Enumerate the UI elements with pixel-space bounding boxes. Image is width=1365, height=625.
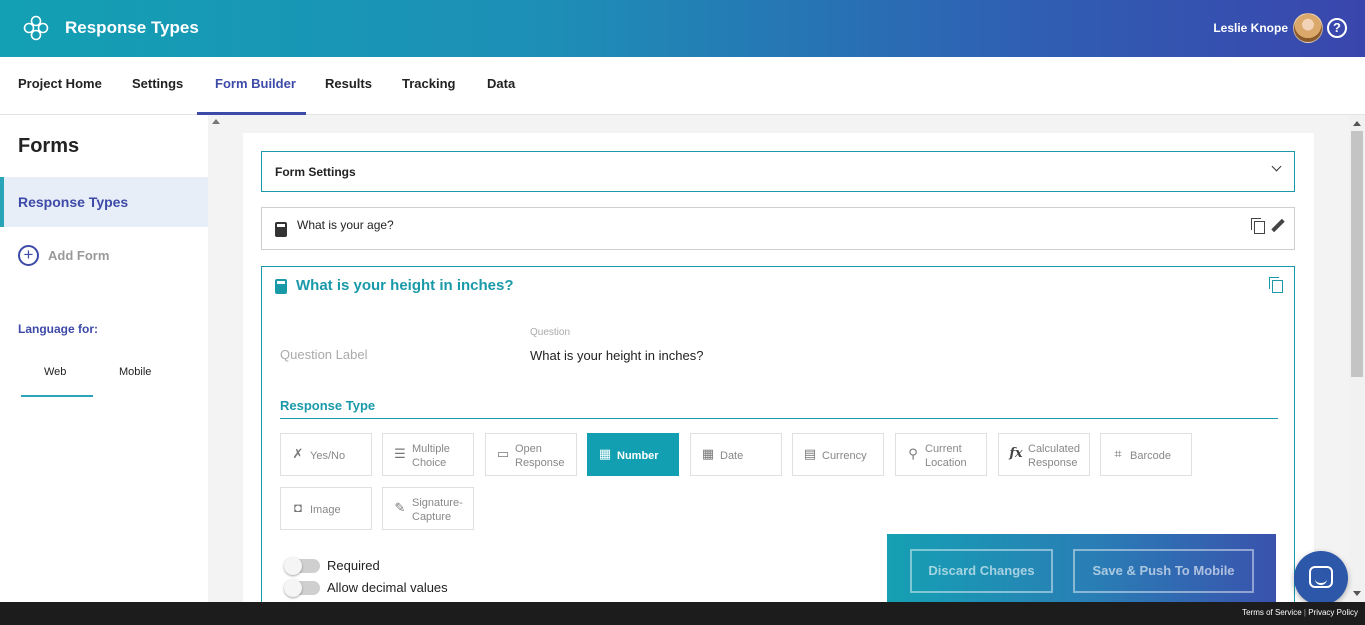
calculator-icon bbox=[275, 279, 287, 294]
privacy-policy-link[interactable]: Privacy Policy bbox=[1308, 608, 1358, 617]
main-nav: Project Home Settings Form Builder Resul… bbox=[0, 57, 1365, 115]
sidebar-scroll-up-icon[interactable] bbox=[212, 119, 220, 124]
list-icon: ☰ bbox=[394, 446, 406, 461]
sidebar-item-response-types[interactable]: Response Types bbox=[0, 177, 208, 227]
question-card-age[interactable]: What is your age? bbox=[261, 207, 1295, 250]
tab-results[interactable]: Results bbox=[325, 57, 372, 115]
response-type-calculated-response[interactable]: fx Calculated Response bbox=[998, 433, 1090, 476]
tab-tracking[interactable]: Tracking bbox=[402, 57, 455, 115]
user-name[interactable]: Leslie Knope bbox=[1213, 21, 1288, 35]
question-label-input[interactable]: Question Label bbox=[280, 347, 367, 362]
response-type-date[interactable]: ▦ Date bbox=[690, 433, 782, 476]
tab-settings[interactable]: Settings bbox=[132, 57, 183, 115]
chevron-down-icon[interactable] bbox=[1271, 161, 1282, 172]
allow-decimal-toggle[interactable] bbox=[284, 579, 320, 597]
tab-form-builder[interactable]: Form Builder bbox=[197, 57, 306, 115]
response-type-number[interactable]: ▦ Number bbox=[587, 433, 679, 476]
pen-icon: ✎ bbox=[394, 500, 406, 515]
action-bar: Discard Changes Save & Push To Mobile bbox=[887, 534, 1276, 602]
app-logo-icon[interactable] bbox=[22, 14, 50, 42]
allow-decimal-label: Allow decimal values bbox=[327, 580, 448, 595]
language-label: Language for: bbox=[18, 322, 98, 336]
language-tab-indicator bbox=[21, 395, 93, 397]
calculator-icon: ▦ bbox=[598, 446, 612, 461]
footer: Terms of Service | Privacy Policy bbox=[0, 602, 1365, 625]
function-icon: fx bbox=[1009, 446, 1023, 461]
chat-icon bbox=[1309, 566, 1333, 588]
scrollbar-thumb[interactable] bbox=[1351, 131, 1363, 377]
discard-changes-button[interactable]: Discard Changes bbox=[910, 549, 1053, 593]
currency-icon: ▤ bbox=[803, 446, 817, 461]
form-settings-section[interactable]: Form Settings bbox=[261, 151, 1295, 192]
question-title: What is your height in inches? bbox=[296, 277, 514, 294]
scroll-up-icon[interactable] bbox=[1353, 121, 1361, 126]
copy-icon[interactable] bbox=[1251, 218, 1265, 234]
form-builder-panel: Form Settings What is your age? What is … bbox=[243, 133, 1314, 606]
response-type-open-response[interactable]: ▭ Open Response bbox=[485, 433, 577, 476]
avatar[interactable] bbox=[1293, 13, 1323, 43]
save-push-mobile-button[interactable]: Save & Push To Mobile bbox=[1073, 549, 1254, 593]
response-type-yes-no[interactable]: ✗ Yes/No bbox=[280, 433, 372, 476]
top-header: Response Types Leslie Knope ? bbox=[0, 0, 1365, 57]
location-pin-icon: ⚲ bbox=[908, 446, 918, 461]
required-toggle[interactable] bbox=[284, 557, 320, 575]
question-title: What is your age? bbox=[297, 218, 394, 232]
language-tab-mobile[interactable]: Mobile bbox=[119, 366, 151, 378]
page-scrollbar[interactable] bbox=[1349, 115, 1365, 602]
barcode-icon: ⌗ bbox=[1114, 446, 1122, 461]
required-label: Required bbox=[327, 558, 380, 573]
response-type-heading: Response Type bbox=[280, 398, 376, 413]
question-field-label: Question bbox=[530, 327, 571, 338]
scroll-down-icon[interactable] bbox=[1353, 591, 1361, 596]
app-title: Response Types bbox=[65, 18, 199, 37]
calculator-icon bbox=[275, 222, 287, 237]
footer-separator: | bbox=[1303, 608, 1306, 617]
tab-project-home[interactable]: Project Home bbox=[18, 57, 102, 115]
terms-of-service-link[interactable]: Terms of Service bbox=[1242, 608, 1302, 617]
language-tab-web[interactable]: Web bbox=[44, 366, 66, 378]
add-form-label: Add Form bbox=[48, 248, 110, 263]
tab-data[interactable]: Data bbox=[487, 57, 515, 115]
forms-sidebar: Forms Response Types + Add Form Language… bbox=[0, 115, 208, 602]
response-type-image[interactable]: ◘ Image bbox=[280, 487, 372, 530]
response-type-multiple-choice[interactable]: ☰ Multiple Choice bbox=[382, 433, 474, 476]
plus-icon: + bbox=[18, 245, 39, 266]
question-input[interactable]: What is your height in inches? bbox=[530, 348, 703, 363]
camera-icon: ◘ bbox=[294, 500, 302, 515]
chat-support-button[interactable] bbox=[1294, 551, 1348, 605]
form-settings-label: Form Settings bbox=[275, 165, 356, 179]
copy-icon[interactable] bbox=[1269, 277, 1283, 293]
response-type-current-location[interactable]: ⚲ Current Location bbox=[895, 433, 987, 476]
response-type-currency[interactable]: ▤ Currency bbox=[792, 433, 884, 476]
footer-links: Terms of Service | Privacy Policy bbox=[1242, 608, 1358, 617]
help-icon[interactable]: ? bbox=[1327, 18, 1347, 38]
calendar-icon: ▦ bbox=[701, 446, 715, 461]
yes-no-icon: ✗ bbox=[292, 446, 304, 461]
response-type-barcode[interactable]: ⌗ Barcode bbox=[1100, 433, 1192, 476]
divider bbox=[280, 418, 1278, 419]
response-type-signature-capture[interactable]: ✎ Signature-Capture bbox=[382, 487, 474, 530]
edit-icon[interactable] bbox=[1271, 219, 1285, 233]
sidebar-item-label: Response Types bbox=[18, 194, 129, 210]
text-box-icon: ▭ bbox=[496, 446, 510, 461]
sidebar-title: Forms bbox=[18, 135, 80, 157]
